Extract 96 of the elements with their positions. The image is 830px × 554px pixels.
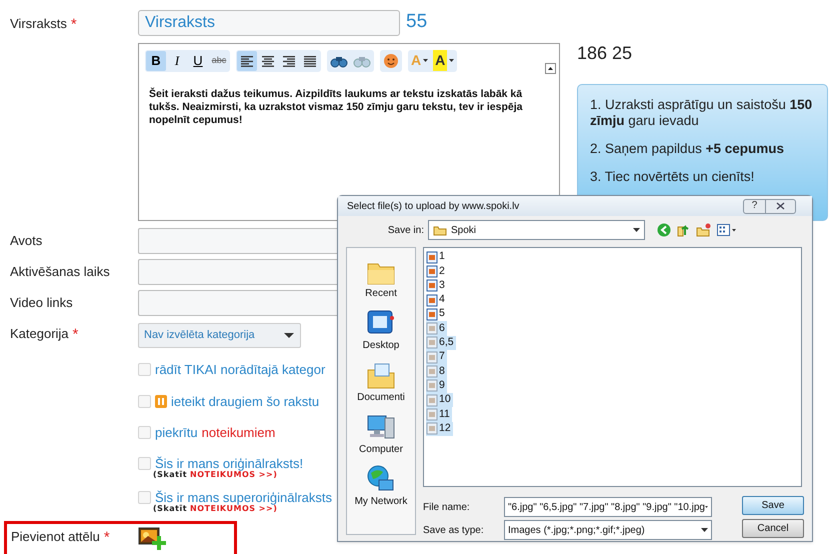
scroll-up-icon <box>545 62 556 74</box>
checkbox-label: piekrītu <box>155 424 198 442</box>
image-file-icon <box>426 308 438 321</box>
add-image-button[interactable] <box>138 526 168 551</box>
file-item[interactable]: 8 <box>426 364 447 379</box>
image-file-icon <box>426 294 438 307</box>
note-text: (Skatīt <box>153 470 188 480</box>
stats-text: 186 25 <box>577 42 634 65</box>
note-text: (Skatīt <box>153 504 188 514</box>
terms-link[interactable]: noteikumiem <box>202 422 276 442</box>
close-icon <box>776 202 785 210</box>
badge-icon <box>155 395 167 408</box>
image-file-icon <box>426 279 438 292</box>
image-file-icon <box>426 336 438 350</box>
rules-link[interactable]: NOTEIKUMOS >>) <box>190 504 278 514</box>
file-item[interactable]: 9 <box>426 378 447 393</box>
dialog-title: Select file(s) to upload by www.spoki.lv <box>347 200 520 214</box>
field-label: Virsraksts <box>10 15 67 33</box>
field-label: File name: <box>423 500 471 514</box>
image-file-icon <box>426 379 438 392</box>
up-folder-icon <box>677 223 690 237</box>
checkbox-label: ieteikt draugiem šo rakstu <box>171 392 320 411</box>
dropdown-arrow-icon <box>284 332 294 338</box>
place-button[interactable]: Documenti <box>357 360 405 403</box>
file-item[interactable]: 6,5 <box>426 336 456 350</box>
file-item[interactable]: 12 <box>426 422 453 436</box>
place-button[interactable]: Desktop <box>362 308 400 351</box>
file-item[interactable]: 7 <box>426 350 447 364</box>
image-file-icon <box>426 350 438 364</box>
required-mark: * <box>104 528 110 548</box>
checkbox-label: Šis ir mans superoriģinālraksts <box>155 488 332 505</box>
place-button[interactable]: Recent <box>365 256 397 299</box>
tip-text: 3. Tiec novērtēts un cienīts! <box>590 169 756 185</box>
field-label: Save as type: <box>423 524 485 538</box>
field-label: Aktivēšanas laiks <box>9 262 111 281</box>
cancel-button[interactable]: Cancel <box>742 519 804 538</box>
file-item[interactable]: 3 <box>426 278 447 293</box>
new-folder-icon <box>696 223 711 237</box>
field-label: Video links <box>9 294 74 312</box>
title-input[interactable]: Virsraksts <box>138 10 400 36</box>
file-type-dropdown[interactable]: Images (*.jpg;*.png;*.gif;*.jpeg) <box>504 520 712 540</box>
place-button[interactable]: Computer <box>359 412 403 455</box>
smiley-icon <box>383 52 399 68</box>
editor-text: Šeit ieraksti dažus teikumus. Aizpildīts laukums ar tekstu izskatās labāk kā tukšs. Neaizmirsti, ka uzrakstot vismaz 150 zīmju garu tekstu, tev ir iespēja nopelnīt cepumus! <box>149 88 524 126</box>
view-menu-icon <box>717 223 736 237</box>
checkbox[interactable] <box>138 363 151 376</box>
field-label: Pievienot attēlu <box>11 528 100 546</box>
file-item[interactable]: 6 <box>426 321 447 336</box>
caret-icon <box>449 59 454 62</box>
image-file-icon <box>426 264 438 278</box>
back-icon <box>657 223 671 237</box>
strike-button[interactable]: abc <box>209 50 229 70</box>
image-file-icon <box>426 322 438 336</box>
field-label: Avots <box>9 232 44 250</box>
checkbox-label: Šis ir mans oriģinālraksts! <box>155 454 304 471</box>
tip-text: 1. Uzraksti asprātīgu un saistošu 150 zīmju garu ievadu <box>590 97 814 129</box>
file-item[interactable]: 5 <box>426 307 447 322</box>
place-button[interactable]: My Network <box>354 464 408 507</box>
checkbox[interactable] <box>138 457 151 470</box>
folder-icon <box>433 224 447 236</box>
file-item[interactable]: 1 <box>426 250 447 264</box>
file-item[interactable]: 11 <box>426 407 452 422</box>
image-file-icon <box>426 365 438 378</box>
italic-button[interactable]: I <box>167 50 187 70</box>
file-item[interactable]: 2 <box>426 264 447 279</box>
save-button[interactable]: Save <box>742 496 804 515</box>
dropdown-arrow-icon <box>633 228 640 232</box>
image-file-icon <box>426 394 438 407</box>
dropdown-arrow-icon <box>701 528 708 532</box>
file-item[interactable]: 10 <box>426 392 453 408</box>
checkbox[interactable] <box>138 395 151 408</box>
file-name-field[interactable]: "6.jpg" "6,5.jpg" "7.jpg" "8.jpg" "9.jpg" "10.jpg <box>504 497 712 517</box>
checkbox[interactable] <box>138 491 151 504</box>
align-left-button[interactable] <box>237 50 257 70</box>
tip-text: 2. Saņem papildus +5 cepumus <box>590 141 785 157</box>
required-mark: * <box>72 324 78 345</box>
caret-icon <box>423 59 428 62</box>
image-file-icon <box>426 422 438 436</box>
rules-link[interactable]: NOTEIKUMOS >>) <box>190 470 278 480</box>
checkbox-label: rādīt TIKAI norādītajā kategor <box>155 360 326 379</box>
dropdown-arrow-icon <box>704 505 708 509</box>
save-in-dropdown[interactable]: Spoki <box>428 220 645 240</box>
field-label: Save in: <box>386 224 425 238</box>
image-file-icon <box>426 408 438 421</box>
add-image-icon <box>138 526 168 551</box>
checkbox[interactable] <box>138 426 151 439</box>
file-item[interactable]: 4 <box>426 292 447 308</box>
help-button[interactable]: ? <box>743 198 766 214</box>
character-counter: 55 <box>406 10 428 34</box>
underline-button[interactable]: U <box>188 50 208 70</box>
image-file-icon <box>426 250 438 264</box>
category-select[interactable]: Nav izvēlēta kategorija <box>138 322 301 348</box>
field-label: Kategorija <box>10 324 69 343</box>
close-button[interactable] <box>766 198 796 214</box>
bold-button[interactable]: B <box>146 50 166 70</box>
required-mark: * <box>70 15 77 35</box>
